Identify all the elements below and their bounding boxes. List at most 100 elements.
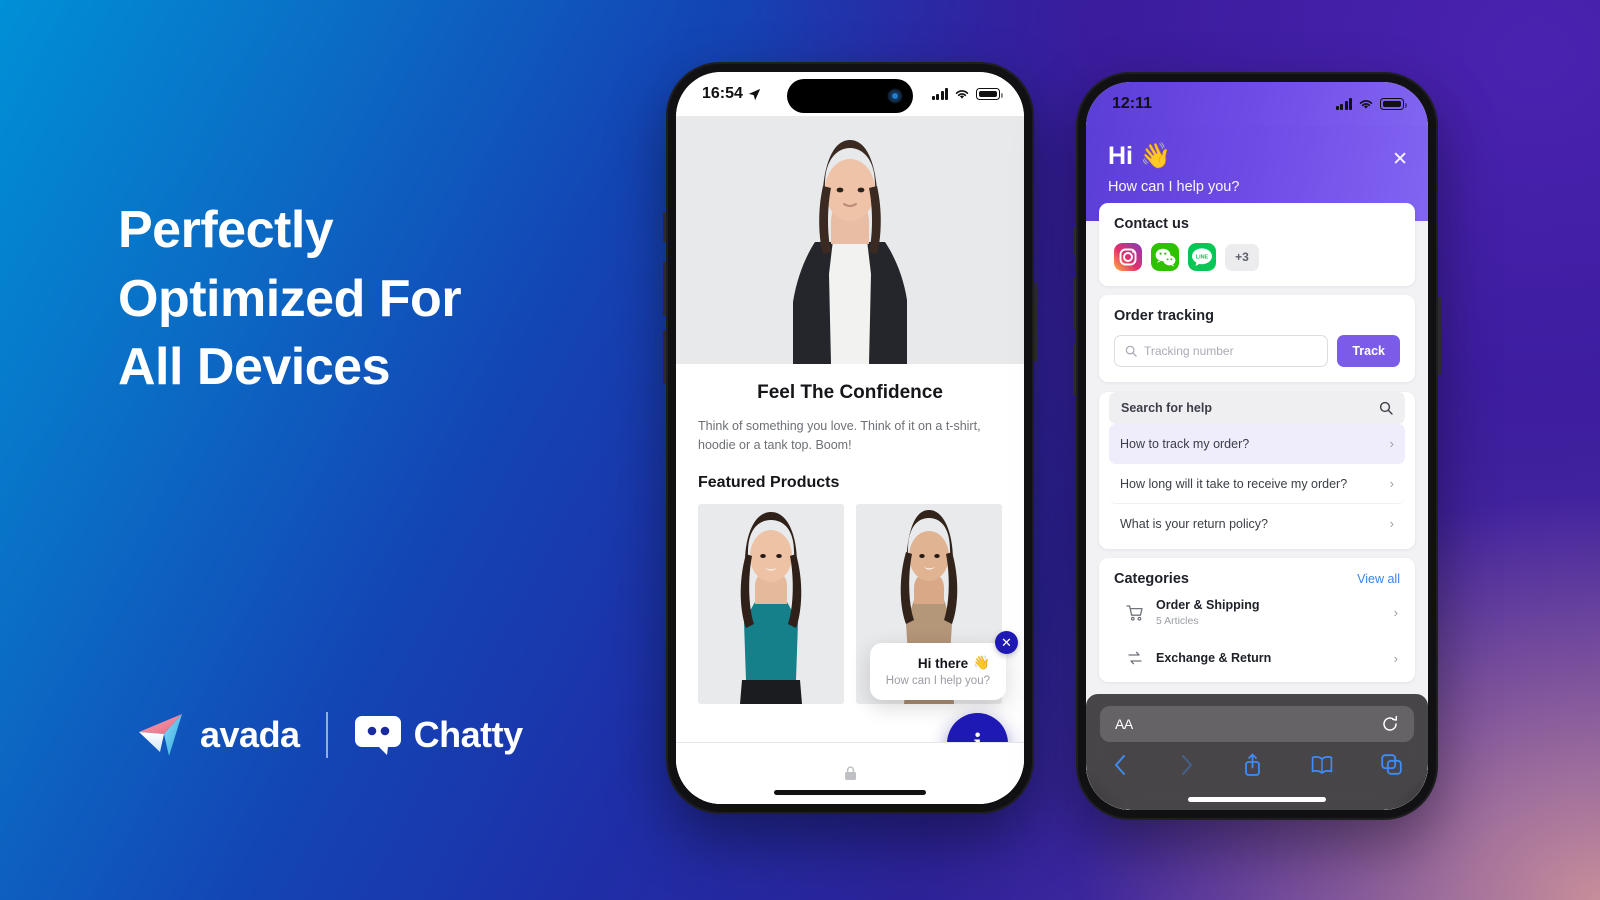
wave-emoji-icon: 👋: [973, 655, 990, 670]
phone-volume-up: [1073, 277, 1076, 329]
line-icon[interactable]: LINE: [1188, 243, 1216, 271]
status-time: 16:54: [702, 85, 743, 102]
contact-channel-list: LINE +3: [1114, 243, 1400, 271]
brand-lockup: avada Chatty: [138, 712, 523, 758]
paper-plane-icon: [139, 714, 182, 756]
battery-icon: [1380, 98, 1407, 110]
status-bar-right: 12:11: [1086, 82, 1428, 126]
faq-item-label: How long will it take to receive my orde…: [1120, 476, 1348, 491]
chat-teaser-subtitle: How can I help you?: [885, 675, 990, 687]
chat-teaser-title: Hi there: [917, 655, 969, 671]
chevron-left-icon[interactable]: [1112, 754, 1129, 776]
search-icon: [1125, 345, 1137, 357]
phone-mockup-storefront: 16:54 Feel The Confidence Think of somet…: [663, 62, 1037, 814]
headline-line-2: Optimized For: [118, 269, 462, 328]
share-icon[interactable]: [1243, 753, 1262, 776]
more-channels-button[interactable]: +3: [1225, 243, 1259, 271]
safari-browser-chrome: AA: [1086, 694, 1428, 810]
chat-teaser-title-row: Hi there 👋: [886, 655, 990, 671]
widget-greeting-row: Hi 👋: [1108, 142, 1406, 171]
chat-teaser-bubble[interactable]: ✕ Hi there 👋 How can I help you?: [869, 631, 1018, 700]
storefront-page: Feel The Confidence Think of something y…: [676, 116, 1024, 804]
chat-widget-page: ✕ Hi 👋 How can I help you? Contact us LI…: [1086, 126, 1428, 810]
safari-toolbar: [1100, 742, 1414, 776]
avada-logo: avada: [138, 712, 300, 758]
lock-icon: [844, 766, 856, 780]
product-card-1[interactable]: [698, 504, 844, 704]
dynamic-island: [787, 79, 913, 113]
chevron-right-icon: ›: [1393, 605, 1398, 620]
track-button[interactable]: Track: [1337, 335, 1400, 367]
faq-item-2[interactable]: How long will it take to receive my orde…: [1109, 464, 1405, 504]
home-indicator: [774, 790, 926, 795]
widget-subtitle: How can I help you?: [1108, 179, 1240, 195]
wechat-icon[interactable]: [1151, 243, 1179, 271]
order-tracking-title: Order tracking: [1114, 308, 1214, 324]
faq-item-label: What is your return policy?: [1120, 516, 1268, 531]
categories-header: Categories View all: [1114, 571, 1400, 587]
status-indicators: [931, 88, 1003, 100]
close-icon[interactable]: ✕: [1392, 150, 1408, 169]
order-tracking-card: Order tracking Tracking number Track: [1099, 295, 1415, 382]
wave-emoji-icon: 👋: [1140, 142, 1172, 170]
home-indicator: [1188, 797, 1326, 802]
chat-bubble-icon: [354, 716, 401, 755]
chatty-logo: Chatty: [354, 714, 523, 756]
safari-url-bar[interactable]: AA: [1100, 706, 1414, 742]
tracking-number-placeholder: Tracking number: [1144, 344, 1234, 358]
category-item-order-shipping[interactable]: Order & Shipping 5 Articles ›: [1114, 587, 1400, 638]
product-image-1: [698, 504, 844, 704]
wifi-icon: [955, 90, 969, 99]
categories-list: Order & Shipping 5 Articles › Exchange &…: [1114, 587, 1400, 678]
category-text-group: Order & Shipping 5 Articles: [1156, 598, 1382, 627]
chevron-right-icon[interactable]: [1178, 754, 1195, 776]
chevron-right-icon: ›: [1389, 476, 1394, 491]
chatty-wordmark: Chatty: [413, 714, 524, 755]
phone-mockup-chat-widget: 12:11 ✕ Hi 👋 How can I help you? Contact…: [1073, 72, 1441, 820]
instagram-icon[interactable]: [1114, 243, 1142, 271]
book-icon[interactable]: [1311, 755, 1333, 774]
faq-item-1[interactable]: How to track my order? ›: [1109, 424, 1405, 464]
faq-list: How to track my order? › How long will i…: [1099, 424, 1415, 549]
phone-power-button: [1438, 297, 1441, 375]
categories-card: Categories View all Order & Shipping 5 A…: [1099, 558, 1415, 682]
chevron-right-icon: ›: [1389, 516, 1394, 531]
hero-product-image: [676, 116, 1024, 364]
tabs-icon[interactable]: [1381, 754, 1402, 775]
svg-text:LINE: LINE: [1196, 255, 1209, 261]
status-indicators: [1335, 98, 1407, 110]
help-card: Search for help How to track my order? ›: [1099, 392, 1415, 549]
category-item-exchange-return[interactable]: Exchange & Return ›: [1114, 638, 1400, 678]
widget-greeting: Hi: [1108, 142, 1133, 170]
aa-label: AA: [1115, 716, 1133, 732]
location-arrow-icon: [748, 88, 761, 100]
phone-mute-switch: [663, 212, 666, 242]
tracking-number-input[interactable]: Tracking number: [1114, 335, 1329, 367]
model-photo-hero: [745, 124, 955, 364]
order-tracking-form: Tracking number Track: [1114, 335, 1400, 367]
cellular-signal-icon: [931, 88, 948, 100]
categories-title: Categories: [1114, 571, 1189, 587]
headline-line-3: All Devices: [118, 338, 391, 397]
battery-icon: [976, 88, 1003, 100]
search-icon: [1379, 401, 1393, 415]
chevron-right-icon: ›: [1389, 436, 1394, 451]
phone-mute-switch: [1073, 227, 1076, 255]
close-icon[interactable]: ✕: [995, 631, 1018, 654]
headline-line-1: Perfectly: [118, 201, 334, 259]
cellular-signal-icon: [1335, 98, 1352, 110]
status-time: 12:11: [1112, 95, 1153, 112]
reload-icon[interactable]: [1381, 715, 1399, 733]
view-all-link[interactable]: View all: [1357, 572, 1400, 586]
hero-copy: Perfectly Optimized For All Devices: [118, 196, 638, 402]
exchange-arrows-icon: [1128, 651, 1142, 665]
help-search-input[interactable]: Search for help: [1109, 392, 1405, 424]
page-title: Perfectly Optimized For All Devices: [118, 196, 638, 402]
featured-products-heading: Featured Products: [698, 474, 840, 491]
text-size-button[interactable]: AA: [1115, 716, 1133, 732]
phone-volume-down: [1073, 344, 1076, 396]
store-subtext: Think of something you love. Think of it…: [698, 419, 981, 452]
store-headline: Feel The Confidence: [757, 382, 943, 403]
wifi-icon: [1359, 100, 1373, 109]
faq-item-3[interactable]: What is your return policy? ›: [1109, 504, 1405, 543]
